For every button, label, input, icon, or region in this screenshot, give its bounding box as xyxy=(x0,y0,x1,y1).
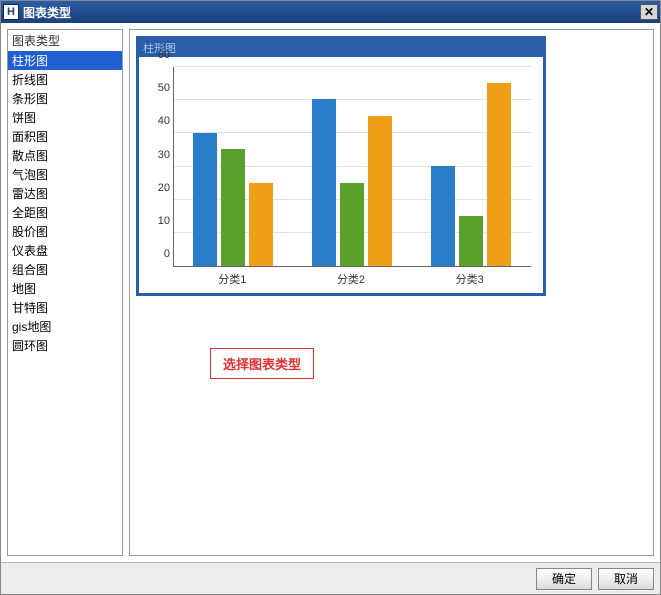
sidebar-item[interactable]: 雷达图 xyxy=(8,184,122,203)
chart-bar xyxy=(221,149,245,266)
sidebar-item[interactable]: 折线图 xyxy=(8,70,122,89)
chart-type-list: 图表类型 柱形图折线图条形图饼图面积图散点图气泡图雷达图全距图股价图仪表盘组合图… xyxy=(7,29,123,556)
chart-bar xyxy=(487,83,511,266)
chart-bar xyxy=(431,166,455,266)
sidebar-header: 图表类型 xyxy=(8,30,122,51)
dialog-window: H 图表类型 ✕ 图表类型 柱形图折线图条形图饼图面积图散点图气泡图雷达图全距图… xyxy=(0,0,661,595)
chart-bar xyxy=(193,133,217,266)
chart-ytick: 60 xyxy=(152,49,170,61)
sidebar-item[interactable]: 条形图 xyxy=(8,89,122,108)
sidebar-item[interactable]: 散点图 xyxy=(8,146,122,165)
chart-ytick: 40 xyxy=(152,115,170,127)
chart-xlabels: 分类1分类2分类3 xyxy=(173,271,531,287)
dialog-footer: 确定 取消 xyxy=(1,562,660,594)
annotation-callout: 选择图表类型 xyxy=(210,348,314,379)
chart-ytick: 10 xyxy=(152,215,170,227)
titlebar: H 图表类型 ✕ xyxy=(1,1,660,23)
content-area: 图表类型 柱形图折线图条形图饼图面积图散点图气泡图雷达图全距图股价图仪表盘组合图… xyxy=(1,23,660,562)
sidebar-item[interactable]: gis地图 xyxy=(8,317,122,336)
window-title: 图表类型 xyxy=(23,4,640,21)
chart-ytick: 20 xyxy=(152,182,170,194)
sidebar-item[interactable]: 股价图 xyxy=(8,222,122,241)
chart-preview-title: 柱形图 xyxy=(139,39,543,57)
chart-bar-group xyxy=(312,99,392,266)
app-icon: H xyxy=(3,4,19,20)
sidebar-item[interactable]: 气泡图 xyxy=(8,165,122,184)
chart-plot: 0102030405060 xyxy=(173,67,531,267)
chart-ytick: 30 xyxy=(152,149,170,161)
chart-xlabel: 分类2 xyxy=(292,271,411,287)
chart-area: 0102030405060 分类1分类2分类3 xyxy=(139,57,543,293)
chart-bar xyxy=(312,99,336,266)
chart-xlabel: 分类3 xyxy=(410,271,529,287)
preview-pane: 柱形图 0102030405060 分类1分类2分类3 选择图表类型 xyxy=(129,29,654,556)
sidebar-item[interactable]: 饼图 xyxy=(8,108,122,127)
chart-bar xyxy=(249,183,273,266)
chart-bar xyxy=(340,183,364,266)
chart-ytick: 0 xyxy=(152,248,170,260)
chart-preview-box: 柱形图 0102030405060 分类1分类2分类3 xyxy=(136,36,546,296)
sidebar-item[interactable]: 仪表盘 xyxy=(8,241,122,260)
ok-button[interactable]: 确定 xyxy=(536,568,592,590)
chart-ytick: 50 xyxy=(152,82,170,94)
sidebar-item[interactable]: 全距图 xyxy=(8,203,122,222)
cancel-button[interactable]: 取消 xyxy=(598,568,654,590)
close-icon[interactable]: ✕ xyxy=(640,4,658,20)
sidebar-item[interactable]: 面积图 xyxy=(8,127,122,146)
chart-bar-group xyxy=(431,83,511,266)
sidebar-item[interactable]: 甘特图 xyxy=(8,298,122,317)
chart-bar xyxy=(368,116,392,266)
chart-gridline xyxy=(174,66,531,67)
chart-bar xyxy=(459,216,483,266)
sidebar-item[interactable]: 地图 xyxy=(8,279,122,298)
sidebar-item[interactable]: 柱形图 xyxy=(8,51,122,70)
sidebar-item[interactable]: 圆环图 xyxy=(8,336,122,355)
sidebar-item[interactable]: 组合图 xyxy=(8,260,122,279)
chart-bar-group xyxy=(193,133,273,266)
chart-xlabel: 分类1 xyxy=(173,271,292,287)
